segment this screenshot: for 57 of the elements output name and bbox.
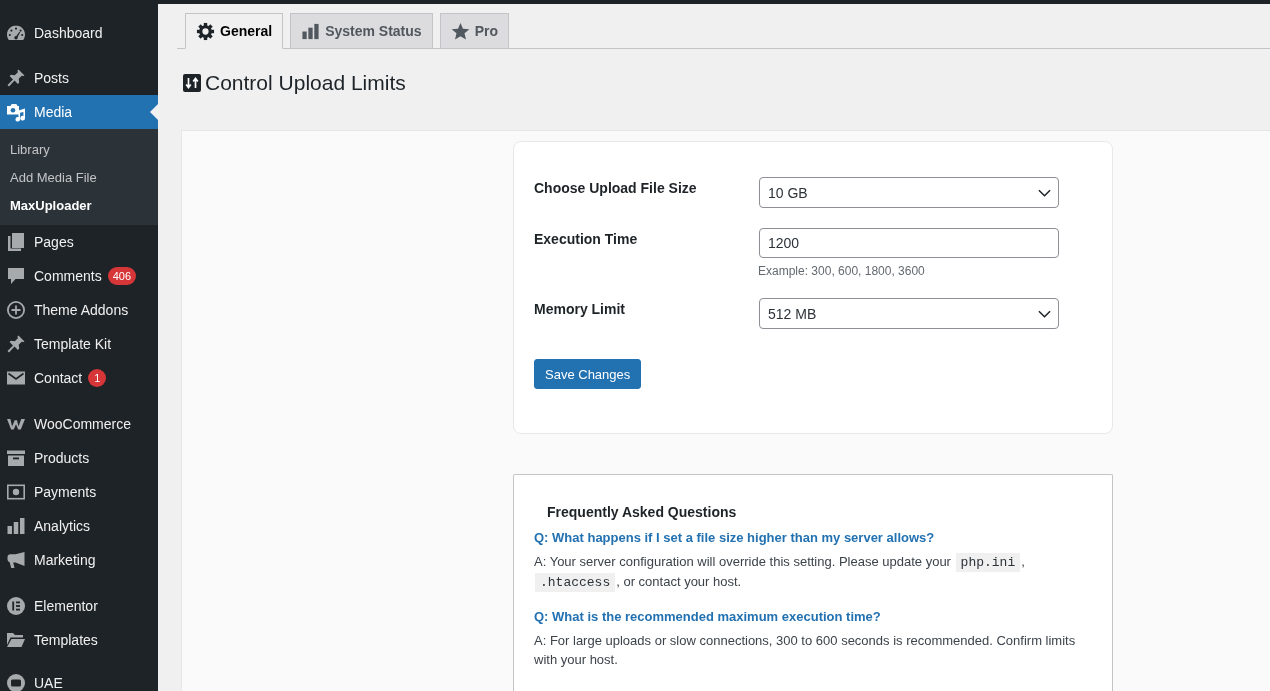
menu-item[interactable]: Marketing [0,543,158,577]
menu-item[interactable]: Payments [0,475,158,509]
bar-chart-icon [6,516,26,536]
menu-item[interactable]: Analytics [0,509,158,543]
faq-question: Q: What is the recommended maximum execution time? [534,608,882,626]
field-label: Execution Time [534,230,639,249]
menu-item[interactable]: Theme Addons [0,293,158,327]
menu-item[interactable]: Pages [0,225,158,259]
count-badge: 1 [88,369,107,387]
count-badge: 406 [107,267,137,285]
folder-icon [6,630,26,650]
submenu-item[interactable]: MaxUploader [0,192,158,220]
speech-bubble-icon [6,266,26,286]
menu-item[interactable]: WooCommerce [0,407,158,441]
chevron-down-icon [1038,188,1051,197]
star-icon [450,21,470,41]
menu-item[interactable]: Contact 1 [0,361,158,395]
save-button[interactable]: Save Changes [534,359,642,389]
faq-title: Frequently Asked Questions [547,503,738,521]
page-title: Control Upload Limits [205,70,406,96]
menu-item[interactable]: Products [0,441,158,475]
menu-item[interactable]: Posts [0,61,158,95]
menu-item[interactable]: Elementor [0,589,158,623]
submenu-item[interactable]: Library [0,136,158,164]
tab[interactable]: System Status [290,13,433,49]
gear-icon [196,21,215,41]
dropdown[interactable]: 10 GB [759,177,1059,208]
pages-icon [6,232,26,252]
tab[interactable]: Pro [439,13,509,49]
dropdown[interactable]: 512 MB [759,298,1059,329]
bar-chart-icon [301,21,321,41]
menu-item[interactable]: Comments 406 [0,259,158,293]
faq-question: Q: What happens if I set a file size higher than my server allows? [534,529,936,547]
pushpin-icon [6,68,26,88]
field-label: Memory Limit [534,300,626,319]
tab[interactable]: General [185,13,284,49]
text-input[interactable]: 1200 [759,228,1059,258]
arrows-square-icon [183,74,201,92]
gauge-icon [6,23,26,43]
faq-answer: A: For large uploads or slow connections, 300 to 600 seconds is recommended. Confirm limits with your host. [534,632,1077,669]
pushpin-icon [6,334,26,354]
archive-box-icon [6,448,26,468]
menu-item[interactable]: Media [0,95,158,129]
chevron-down-icon [1038,309,1051,318]
menu-item[interactable]: Dashboard [0,16,158,50]
banknote-icon [6,482,26,502]
menu-item[interactable]: Templates [0,623,158,657]
camera-note-icon [6,102,26,122]
submenu-item[interactable]: Add Media File [0,164,158,192]
menu-item[interactable]: UAE [0,666,158,691]
plus-circle-icon [6,300,26,320]
help-text: Example: 300, 600, 1800, 3600 [758,264,926,278]
faq-answer: A: Your server configuration will override this setting. Please update your php.ini , .htaccess , or contact your host. [534,552,1026,592]
circle-lines-icon [6,596,26,616]
megaphone-icon [6,550,26,570]
field-label: Choose Upload File Size [534,179,698,198]
menu-item[interactable]: Template Kit [0,327,158,361]
